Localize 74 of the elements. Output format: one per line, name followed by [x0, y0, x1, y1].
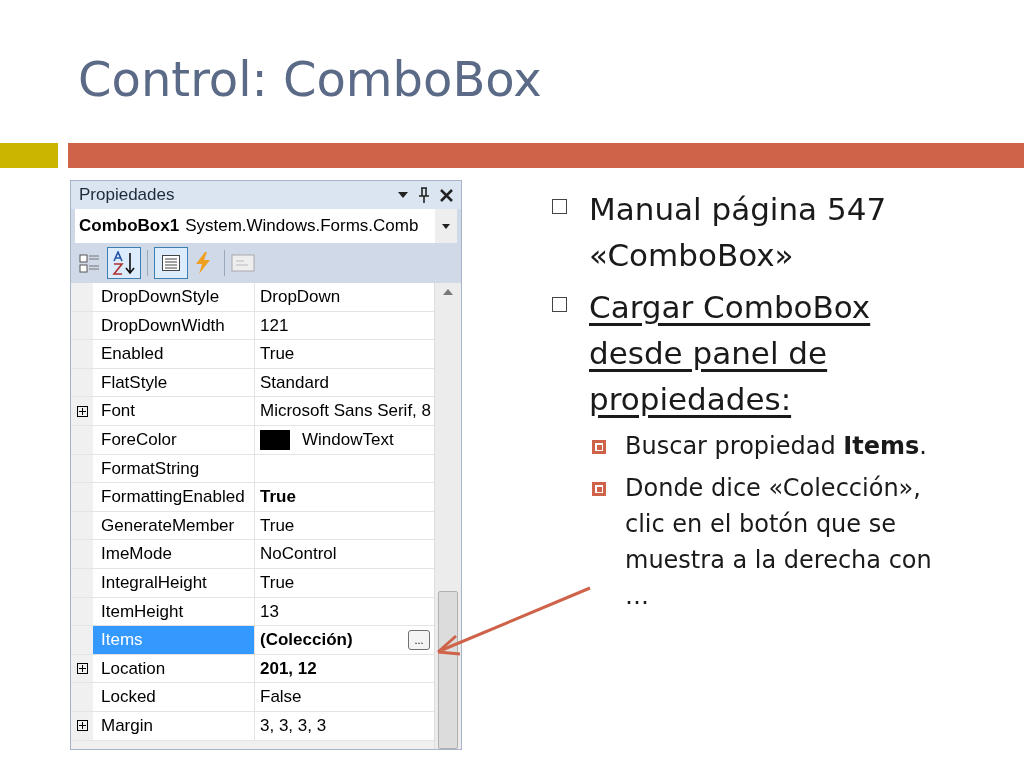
property-value[interactable]: 121 — [260, 312, 289, 339]
property-value[interactable]: True — [260, 570, 295, 596]
property-value[interactable]: 3, 3, 3, 3 — [260, 712, 327, 739]
property-name[interactable]: Locked — [93, 683, 255, 711]
value-cell[interactable]: 3, 3, 3, 3 — [255, 711, 434, 740]
value-cell[interactable]: 13 — [255, 597, 434, 626]
list-icon — [162, 255, 180, 271]
sort-az-icon — [111, 251, 137, 275]
bullet-text: Manual página 547 «ComboBox» — [589, 190, 888, 275]
value-cell[interactable]: 121 — [255, 311, 434, 340]
sub-bullet-text: Donde dice «Colección», clic en el botón que se muestra a la derecha con … — [625, 473, 933, 612]
ellipsis-button[interactable]: ... — [408, 629, 430, 650]
scrollbar[interactable] — [434, 283, 461, 749]
sub-bullet-icon — [592, 482, 606, 496]
property-value[interactable]: 13 — [260, 598, 279, 625]
categorized-icon[interactable] — [79, 252, 101, 274]
property-value[interactable]: WindowText — [302, 427, 394, 453]
properties-button[interactable] — [154, 247, 188, 279]
property-value[interactable]: True — [260, 512, 295, 539]
property-name[interactable]: ItemHeight — [93, 597, 255, 626]
property-name[interactable]: DropDownWidth — [93, 311, 255, 340]
expand-icon[interactable] — [76, 405, 88, 417]
property-value[interactable]: True — [260, 484, 296, 510]
property-value[interactable]: True — [260, 341, 295, 367]
value-cell[interactable]: WindowText — [255, 425, 434, 454]
property-name[interactable]: FormattingEnabled — [93, 483, 255, 511]
property-name[interactable]: FlatStyle — [93, 368, 255, 397]
expand-icon[interactable] — [76, 720, 88, 732]
object-selector[interactable]: ComboBox1 System.Windows.Forms.Comb — [75, 209, 457, 243]
sub-bullet-icon — [592, 440, 606, 454]
property-name[interactable]: ImeMode — [93, 540, 255, 568]
pin-icon[interactable] — [418, 187, 430, 203]
dropdown-icon[interactable] — [442, 223, 450, 229]
property-name[interactable]: Font — [93, 397, 255, 425]
property-name[interactable]: GenerateMember — [93, 511, 255, 540]
property-value[interactable]: 201, 12 — [260, 655, 317, 682]
object-name: ComboBox1 — [79, 215, 180, 238]
property-name[interactable]: Location — [93, 654, 255, 683]
value-cell[interactable]: False — [255, 683, 434, 711]
bullet-icon — [552, 297, 567, 312]
expand-icon[interactable] — [76, 663, 88, 674]
property-name[interactable]: ForeColor — [93, 425, 255, 454]
value-cell[interactable]: True — [255, 340, 434, 368]
value-cell[interactable]: 201, 12 — [255, 654, 434, 683]
close-icon[interactable] — [440, 188, 453, 202]
property-name[interactable]: Enabled — [93, 340, 255, 368]
property-name[interactable]: Margin — [93, 711, 255, 740]
property-value[interactable]: False — [260, 684, 302, 710]
accent-bar — [0, 143, 58, 168]
value-cell[interactable]: True — [255, 568, 434, 597]
value-cell[interactable]: True — [255, 511, 434, 540]
object-type: System.Windows.Forms.Comb — [185, 215, 419, 238]
value-cell[interactable]: NoControl — [255, 540, 434, 568]
alphabetical-button[interactable] — [107, 247, 141, 279]
property-value[interactable]: DropDown — [260, 284, 341, 310]
scroll-up-icon[interactable] — [443, 289, 453, 295]
property-value[interactable]: (Colección) — [260, 627, 353, 653]
sub-bullet-text: Buscar propiedad Items. — [625, 431, 928, 462]
dropdown-icon[interactable] — [398, 192, 408, 198]
value-cell[interactable] — [255, 454, 434, 483]
bullet-text: Cargar ComboBox desde panel de propiedades: — [589, 288, 872, 419]
bullet-icon — [552, 199, 567, 214]
property-value[interactable]: Standard — [260, 369, 329, 396]
property-name[interactable]: FormatString — [93, 454, 255, 483]
property-name[interactable]: DropDownStyle — [93, 283, 255, 311]
scroll-thumb[interactable] — [438, 591, 458, 749]
value-cell[interactable]: DropDown — [255, 283, 434, 311]
panel-title: Propiedades — [79, 184, 175, 207]
slide-title: Control: ComboBox — [78, 55, 542, 103]
property-value[interactable]: NoControl — [260, 541, 337, 567]
value-cell[interactable]: Standard — [255, 368, 434, 397]
value-cell[interactable]: True — [255, 483, 434, 511]
property-name[interactable]: IntegralHeight — [93, 568, 255, 597]
value-cell[interactable]: (Colección) ... — [255, 626, 434, 654]
